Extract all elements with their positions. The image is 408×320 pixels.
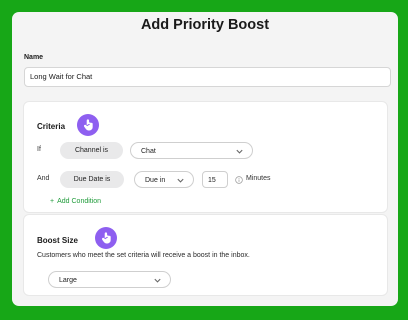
and-label: And	[37, 175, 50, 182]
channel-select[interactable]: Chat	[130, 142, 253, 159]
if-label: If	[37, 146, 41, 153]
minutes-unit-label: Minutes	[246, 175, 271, 182]
add-condition-button[interactable]: + Add Condition	[50, 198, 101, 205]
minutes-amount-input[interactable]: 15	[202, 171, 228, 188]
channel-select-value: Chat	[141, 148, 156, 155]
add-condition-label: Add Condition	[57, 198, 102, 205]
info-icon	[235, 176, 243, 184]
hand-pointer-icon	[95, 227, 117, 249]
dialog-title: Add Priority Boost	[140, 17, 270, 33]
chevron-down-icon	[177, 178, 184, 183]
due-in-select[interactable]: Due in	[134, 171, 194, 188]
due-date-field-pill[interactable]: Due Date is	[60, 171, 124, 188]
criteria-title: Criteria	[37, 122, 66, 131]
plus-icon: +	[50, 198, 55, 205]
boost-size-title: Boost Size	[37, 236, 78, 245]
boost-size-select-value: Large	[59, 277, 77, 284]
chevron-down-icon	[154, 278, 161, 283]
boost-size-select[interactable]: Large	[48, 271, 171, 288]
criteria-card: Criteria If Channel is Chat And Due Date…	[23, 101, 388, 213]
channel-field-pill[interactable]: Channel is	[60, 142, 123, 159]
hand-pointer-icon	[77, 114, 99, 136]
name-label: Name	[24, 54, 44, 61]
name-input[interactable]: Long Wait for Chat	[24, 67, 391, 87]
boost-size-description: Customers who meet the set criteria will…	[37, 252, 250, 259]
due-in-select-value: Due in	[145, 177, 166, 184]
add-priority-boost-dialog: Add Priority Boost Name Long Wait for Ch…	[12, 12, 398, 306]
chevron-down-icon	[236, 149, 243, 154]
boost-size-card: Boost Size Customers who meet the set cr…	[23, 214, 388, 296]
